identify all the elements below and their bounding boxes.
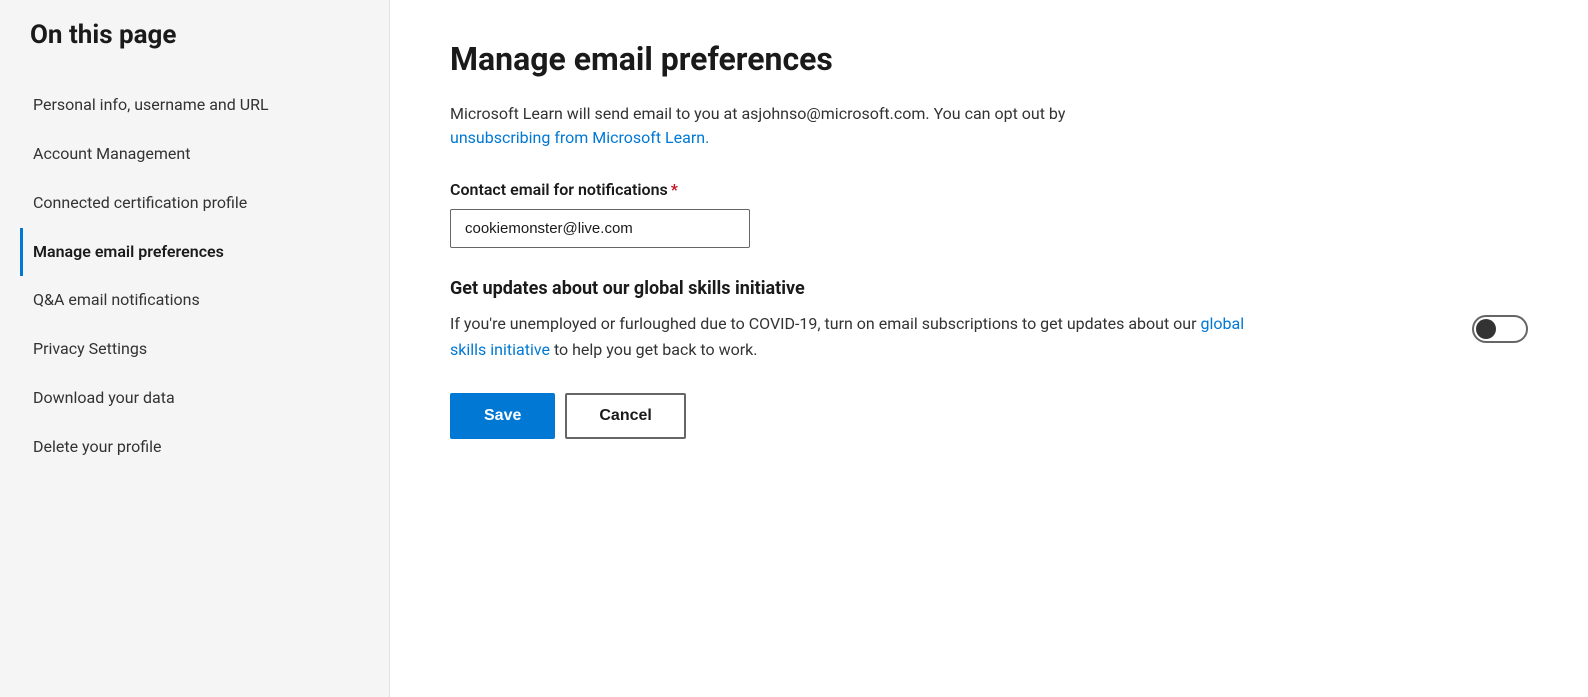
description-text-part1: Microsoft Learn will send email to you a… [450, 104, 1065, 123]
sidebar-item-manage-email[interactable]: Manage email preferences [20, 228, 359, 277]
global-skills-heading: Get updates about our global skills init… [450, 278, 1528, 299]
main-content: Manage email preferences Microsoft Learn… [390, 0, 1588, 697]
buttons-row: Save Cancel [450, 393, 1528, 439]
contact-email-input[interactable] [450, 209, 750, 248]
global-skills-toggle[interactable] [1472, 315, 1528, 343]
cancel-button[interactable]: Cancel [565, 393, 685, 439]
save-button[interactable]: Save [450, 393, 555, 439]
toggle-slider [1472, 315, 1528, 343]
global-skills-toggle-row: If you're unemployed or furloughed due t… [450, 311, 1528, 362]
global-skills-description: If you're unemployed or furloughed due t… [450, 311, 1300, 362]
sidebar-item-qa-notifications[interactable]: Q&A email notifications [20, 276, 359, 325]
sidebar-item-personal-info[interactable]: Personal info, username and URL [20, 81, 359, 130]
sidebar-title: On this page [30, 20, 359, 51]
sidebar-item-privacy-settings[interactable]: Privacy Settings [20, 325, 359, 374]
sidebar-nav: Personal info, username and URLAccount M… [30, 81, 359, 471]
contact-email-label: Contact email for notifications* [450, 180, 1528, 199]
sidebar-item-download-data[interactable]: Download your data [20, 374, 359, 423]
unsubscribe-link[interactable]: unsubscribing from Microsoft Learn. [450, 128, 709, 147]
page-title: Manage email preferences [450, 40, 1528, 78]
sidebar-item-delete-profile[interactable]: Delete your profile [20, 423, 359, 472]
contact-email-section: Contact email for notifications* [450, 180, 1528, 248]
required-star: * [671, 180, 678, 199]
sidebar: On this page Personal info, username and… [0, 0, 390, 697]
description-paragraph: Microsoft Learn will send email to you a… [450, 102, 1528, 150]
sidebar-item-account-management[interactable]: Account Management [20, 130, 359, 179]
sidebar-item-connected-certification[interactable]: Connected certification profile [20, 179, 359, 228]
